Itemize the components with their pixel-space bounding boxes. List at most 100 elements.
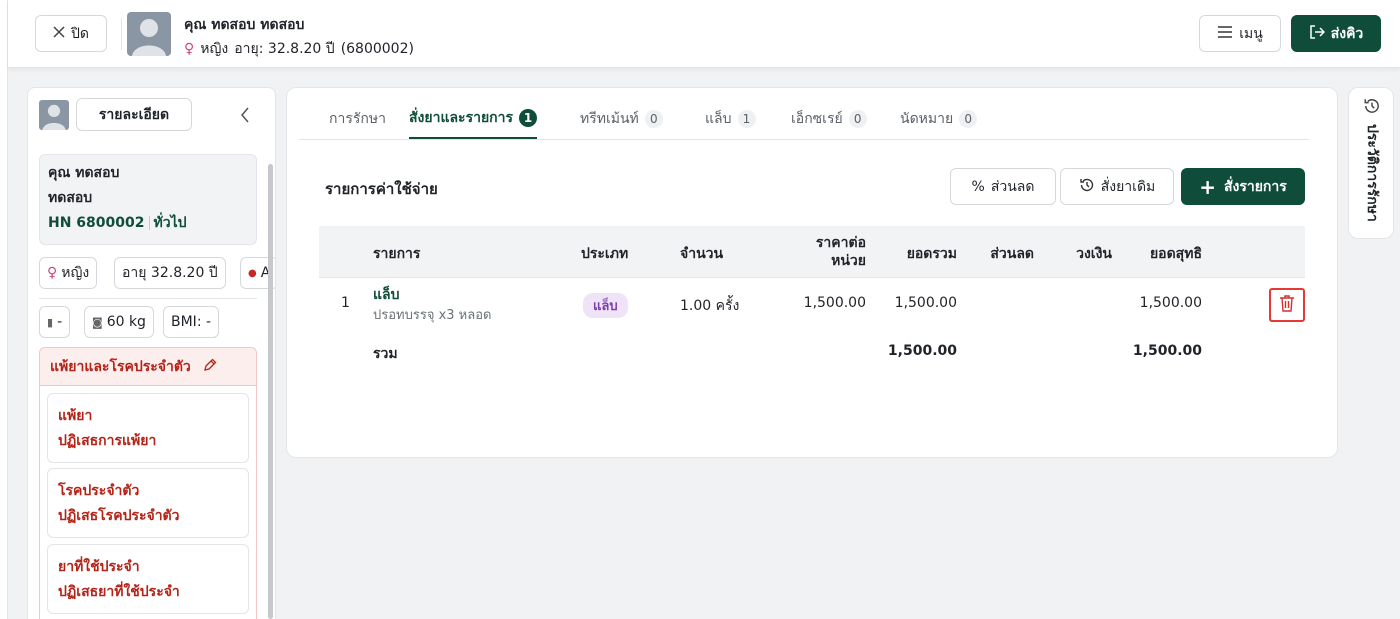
tab-count-badge: 1 — [519, 108, 538, 127]
patient-sidebar: รายละเอียด คุณ ทดสอบ ทดสอบ HN 6800002 ทั่… — [27, 87, 276, 619]
col-qty: จำนวน — [680, 246, 724, 262]
col-unit-price-line2: หน่วย — [831, 253, 866, 269]
plus-icon: + — [1199, 174, 1216, 199]
sidebar-name-line2: ทดสอบ — [48, 190, 93, 206]
close-label: ปิด — [71, 25, 89, 42]
sum-total: 1,500.00 — [887, 343, 957, 359]
menu-button[interactable]: เมนู — [1199, 15, 1281, 52]
col-unit-price: ราคาต่อ หน่วย — [789, 234, 866, 270]
hn-divider — [148, 216, 150, 230]
tab-label: การรักษา — [329, 111, 386, 127]
patient-gender: หญิง — [200, 41, 229, 57]
close-icon — [53, 25, 65, 42]
allergy-header-label: แพ้ยาและโรคประจำตัว — [50, 358, 191, 375]
female-icon: ♀ — [184, 41, 195, 57]
tab-count-badge: 0 — [644, 110, 663, 128]
tab-label: ทรีทเม้นท์ — [580, 111, 639, 127]
col-net: ยอดสุทธิ — [1149, 246, 1202, 262]
row-net: 1,500.00 — [1139, 295, 1202, 311]
col-total: ยอดรวม — [906, 246, 957, 262]
history-icon — [1363, 97, 1381, 119]
logout-arrow-icon — [1309, 24, 1325, 44]
delete-row-button[interactable] — [1269, 288, 1305, 322]
tab-lab[interactable]: แล็บ 1 — [705, 98, 756, 140]
section-title: รายการค่าใช้จ่าย — [325, 180, 438, 198]
add-order-label: สั่งรายการ — [1223, 178, 1287, 195]
height-icon: ▮ — [47, 315, 54, 329]
sidebar-hn: HN 6800002 — [48, 215, 145, 231]
tab-label: เอ็กซเรย์ — [791, 111, 843, 127]
close-button[interactable]: ปิด — [35, 15, 107, 52]
discount-button[interactable]: % ส่วนลด — [950, 168, 1056, 205]
chronic-card-title: โรคประจำตัว — [58, 483, 140, 499]
reorder-previous-button[interactable]: สั่งยาเดิม — [1060, 168, 1174, 205]
patient-card: คุณ ทดสอบ ทดสอบ HN 6800002 ทั่วไป — [39, 154, 257, 245]
left-edge-strip — [0, 0, 8, 619]
patient-name: คุณ ทดสอบ ทดสอบ — [184, 17, 305, 33]
allergy-drug-card: แพ้ยา ปฏิเสธการแพ้ยา — [47, 393, 249, 463]
detail-button[interactable]: รายละเอียด — [76, 98, 192, 131]
add-order-button[interactable]: + สั่งรายการ — [1181, 168, 1305, 205]
regular-medication-card: ยาที่ใช้ประจำ ปฏิเสธยาที่ใช้ประจำ — [47, 544, 249, 614]
tab-treatment[interactable]: การรักษา — [329, 98, 386, 140]
weight-chip-label: 60 kg — [106, 314, 146, 330]
trash-icon — [1279, 294, 1295, 316]
age-chip-label: อายุ 32.8.20 ปี — [122, 265, 218, 281]
tab-xray[interactable]: เอ็กซเรย์ 0 — [791, 98, 867, 140]
allergy-card-value: ปฏิเสธการแพ้ยา — [58, 433, 157, 449]
chronic-card-value: ปฏิเสธโรคประจำตัว — [58, 508, 180, 524]
row-number: 1 — [341, 295, 350, 311]
row-unit-price: 1,500.00 — [803, 295, 866, 311]
allergy-section: แพ้ยาและโรคประจำตัว แพ้ยา ปฏิเสธการแพ้ยา… — [39, 347, 257, 619]
height-chip-label: - — [57, 314, 63, 330]
allergy-header: แพ้ยาและโรคประจำตัว — [40, 348, 256, 386]
tab-label: แล็บ — [705, 111, 732, 127]
medication-card-title: ยาที่ใช้ประจำ — [58, 559, 140, 575]
treatment-history-tab[interactable]: ประวัติการรักษา — [1348, 87, 1394, 239]
tab-appointments[interactable]: นัดหมาย 0 — [900, 98, 978, 140]
collapse-chevron-left-icon[interactable] — [234, 104, 256, 126]
sidebar-divider — [39, 298, 257, 299]
row-total: 1,500.00 — [894, 295, 957, 311]
reorder-label: สั่งยาเดิม — [1100, 178, 1156, 195]
bmi-chip-label: BMI: - — [171, 314, 212, 330]
patient-avatar-small — [39, 100, 69, 130]
row-qty: 1.00 ครั้ง — [680, 298, 740, 314]
sidebar-scrollbar[interactable] — [268, 164, 273, 619]
top-bar: ปิด คุณ ทดสอบ ทดสอบ ♀ หญิง อายุ: 32.8.20… — [8, 0, 1400, 68]
tab-treatments[interactable]: ทรีทเม้นท์ 0 — [580, 98, 663, 140]
patient-avatar — [127, 12, 171, 56]
tab-label: นัดหมาย — [900, 111, 954, 127]
patient-info: ♀ หญิง อายุ: 32.8.20 ปี (6800002) — [184, 38, 414, 60]
weight-scale-icon: ◙ — [92, 315, 103, 329]
col-type: ประเภท — [581, 246, 629, 262]
bmi-chip: BMI: - — [163, 306, 220, 338]
send-queue-button[interactable]: ส่งคิว — [1291, 15, 1381, 52]
col-unit-price-line1: ราคาต่อ — [815, 235, 866, 251]
tab-bar: การรักษา สั่งยาและรายการ 1 ทรีทเม้นท์ 0 … — [299, 98, 1309, 140]
edit-icon[interactable] — [203, 358, 217, 376]
chronic-disease-card: โรคประจำตัว ปฏิเสธโรคประจำตัว — [47, 468, 249, 538]
gender-chip-label: หญิง — [61, 265, 90, 281]
tab-count-badge: 1 — [737, 110, 756, 128]
medication-card-value: ปฏิเสธยาที่ใช้ประจำ — [58, 584, 180, 600]
tab-label: สั่งยาและรายการ — [409, 109, 514, 126]
sum-label: รวม — [373, 346, 398, 362]
tab-count-badge: 0 — [959, 110, 978, 128]
allergy-card-title: แพ้ยา — [58, 408, 93, 424]
table-header: รายการ ประเภท จำนวน ราคาต่อ หน่วย ยอดรวม… — [319, 226, 1305, 278]
hamburger-icon — [1217, 25, 1233, 42]
header-divider — [121, 18, 122, 50]
sidebar-patient-type: ทั่วไป — [153, 215, 187, 231]
percent-icon: % — [971, 178, 985, 195]
col-discount: ส่วนลด — [990, 246, 1034, 262]
gender-chip: ♀ หญิง — [39, 257, 98, 289]
tab-count-badge: 0 — [848, 110, 867, 128]
menu-label: เมนู — [1239, 25, 1263, 42]
blood-drop-icon: ● — [248, 267, 257, 279]
weight-chip: ◙ 60 kg — [84, 306, 154, 338]
tab-orders[interactable]: สั่งยาและรายการ 1 — [409, 98, 538, 139]
sum-net: 1,500.00 — [1132, 343, 1202, 359]
discount-label: ส่วนลด — [990, 178, 1035, 195]
row-item-name: แล็บ — [373, 287, 400, 303]
